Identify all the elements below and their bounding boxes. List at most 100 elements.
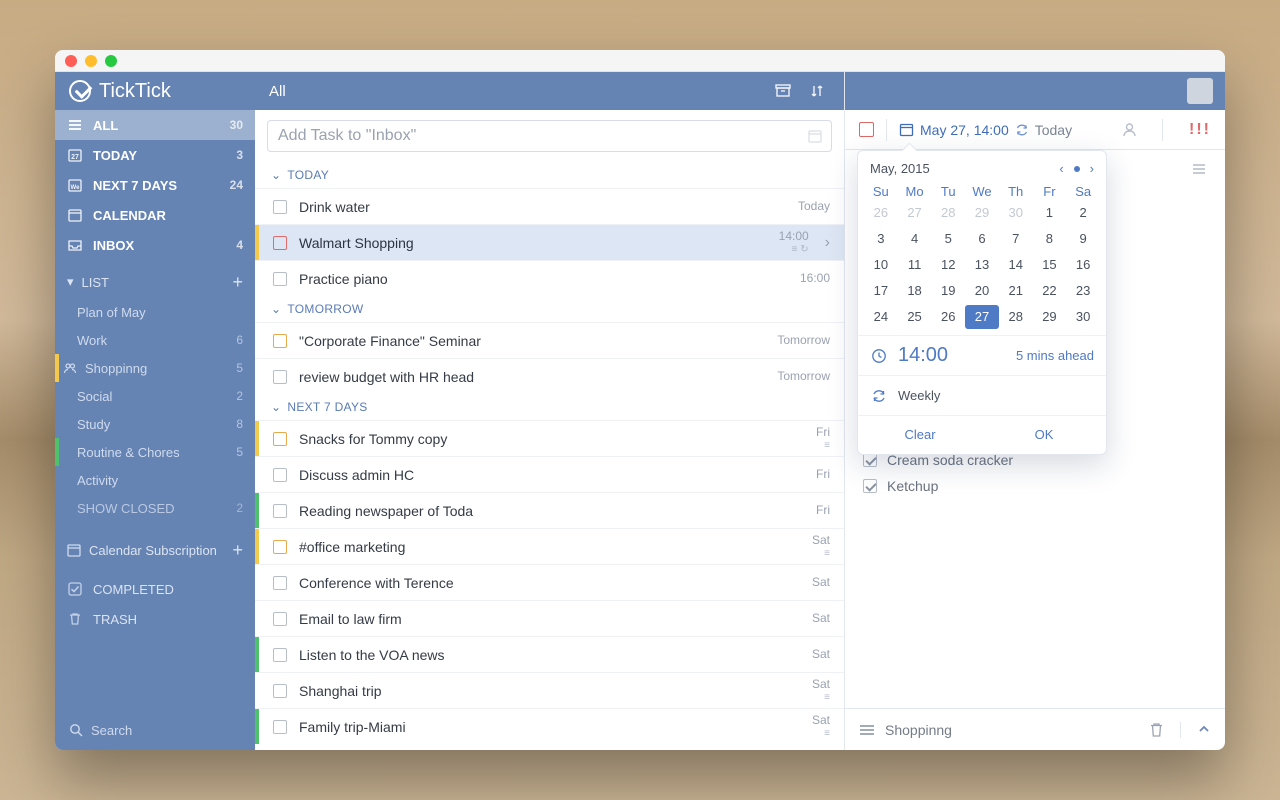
calendar-subscription[interactable]: Calendar Subscription + bbox=[55, 534, 255, 566]
collapse-detail-button[interactable] bbox=[1197, 722, 1211, 738]
task-group-header[interactable]: ⌄TODAY bbox=[255, 162, 844, 188]
search-field[interactable]: Search bbox=[55, 710, 255, 750]
day-cell[interactable]: 9 bbox=[1066, 227, 1100, 251]
task-checkbox[interactable] bbox=[273, 504, 287, 518]
task-row[interactable]: #office marketingSat≡ bbox=[255, 528, 844, 564]
day-cell[interactable]: 18 bbox=[898, 279, 932, 303]
task-checkbox[interactable] bbox=[273, 272, 287, 286]
day-cell[interactable]: 25 bbox=[898, 305, 932, 329]
day-cell[interactable]: 24 bbox=[864, 305, 898, 329]
day-cell[interactable]: 17 bbox=[864, 279, 898, 303]
reminder-value[interactable]: 5 mins ahead bbox=[1016, 348, 1094, 363]
subtask-row[interactable]: Ketchup bbox=[863, 478, 1207, 494]
day-cell[interactable]: 22 bbox=[1033, 279, 1067, 303]
task-row[interactable]: Conference with TerenceSat bbox=[255, 564, 844, 600]
day-cell[interactable]: 28 bbox=[999, 305, 1033, 329]
task-group-header[interactable]: ⌄NEXT 7 DAYS bbox=[255, 394, 844, 420]
task-checkbox[interactable] bbox=[273, 540, 287, 554]
next-month-button[interactable]: › bbox=[1090, 161, 1094, 176]
day-cell[interactable]: 4 bbox=[898, 227, 932, 251]
day-cell[interactable]: 12 bbox=[931, 253, 965, 277]
day-cell[interactable]: 14 bbox=[999, 253, 1033, 277]
day-cell[interactable]: 5 bbox=[931, 227, 965, 251]
minimize-dot[interactable] bbox=[85, 55, 97, 67]
subtask-checkbox[interactable] bbox=[863, 453, 877, 467]
nav-next7[interactable]: WeNEXT 7 DAYS24 bbox=[55, 170, 255, 200]
day-cell[interactable]: 16 bbox=[1066, 253, 1100, 277]
archive-icon[interactable] bbox=[770, 78, 796, 104]
today-dot-button[interactable] bbox=[1074, 166, 1080, 172]
task-checkbox[interactable] bbox=[273, 720, 287, 734]
add-list-button[interactable]: + bbox=[232, 273, 243, 291]
task-checkbox[interactable] bbox=[273, 612, 287, 626]
sidebar-list-item[interactable]: Activity bbox=[55, 466, 255, 494]
nav-completed[interactable]: COMPLETED bbox=[55, 574, 255, 604]
nav-calendar[interactable]: CALENDAR bbox=[55, 200, 255, 230]
task-row[interactable]: "Corporate Finance" SeminarTomorrow bbox=[255, 322, 844, 358]
prev-month-button[interactable]: ‹ bbox=[1059, 161, 1063, 176]
day-cell[interactable]: 27 bbox=[965, 305, 999, 329]
day-cell[interactable]: 26 bbox=[931, 305, 965, 329]
assign-icon[interactable] bbox=[1121, 121, 1138, 138]
day-cell[interactable]: 30 bbox=[1066, 305, 1100, 329]
detail-list-name[interactable]: Shoppinng bbox=[885, 722, 952, 738]
sidebar-list-item[interactable]: Work6 bbox=[55, 326, 255, 354]
task-checkbox[interactable] bbox=[273, 200, 287, 214]
day-cell[interactable]: 23 bbox=[1066, 279, 1100, 303]
time-row[interactable]: 14:00 5 mins ahead bbox=[858, 335, 1106, 375]
due-date-button[interactable]: May 27, 14:00 Today bbox=[899, 122, 1072, 138]
task-row[interactable]: Drink waterToday bbox=[255, 188, 844, 224]
day-cell[interactable]: 8 bbox=[1033, 227, 1067, 251]
day-cell[interactable]: 10 bbox=[864, 253, 898, 277]
task-row[interactable]: Reading newspaper of TodaFri bbox=[255, 492, 844, 528]
day-cell[interactable]: 1 bbox=[1033, 201, 1067, 225]
task-row[interactable]: Walmart Shopping14:00≡ ↻› bbox=[255, 224, 844, 260]
task-checkbox[interactable] bbox=[273, 432, 287, 446]
day-cell[interactable]: 30 bbox=[999, 201, 1033, 225]
nav-inbox[interactable]: INBOX4 bbox=[55, 230, 255, 260]
day-cell[interactable]: 7 bbox=[999, 227, 1033, 251]
task-row[interactable]: review budget with HR headTomorrow bbox=[255, 358, 844, 394]
day-cell[interactable]: 15 bbox=[1033, 253, 1067, 277]
day-cell[interactable]: 29 bbox=[965, 201, 999, 225]
sidebar-list-item[interactable]: SHOW CLOSED2 bbox=[55, 494, 255, 522]
day-cell[interactable]: 20 bbox=[965, 279, 999, 303]
nav-trash[interactable]: TRASH bbox=[55, 604, 255, 634]
sidebar-list-item[interactable]: Social2 bbox=[55, 382, 255, 410]
list-section-header[interactable]: ▾ LIST + bbox=[55, 266, 255, 298]
account-avatar[interactable] bbox=[1187, 78, 1213, 104]
task-checkbox[interactable] bbox=[273, 684, 287, 698]
close-dot[interactable] bbox=[65, 55, 77, 67]
task-row[interactable]: Discuss admin HCFri bbox=[255, 456, 844, 492]
day-cell[interactable]: 26 bbox=[864, 201, 898, 225]
day-cell[interactable]: 21 bbox=[999, 279, 1033, 303]
sidebar-list-item[interactable]: Study8 bbox=[55, 410, 255, 438]
sort-icon[interactable] bbox=[804, 78, 830, 104]
day-cell[interactable]: 28 bbox=[931, 201, 965, 225]
subtasks-menu-icon[interactable] bbox=[1191, 162, 1207, 176]
day-cell[interactable]: 11 bbox=[898, 253, 932, 277]
task-checkbox[interactable] bbox=[273, 334, 287, 348]
priority-indicator[interactable]: !!! bbox=[1189, 121, 1211, 139]
task-row[interactable]: Family trip-MiamiSat≡ bbox=[255, 708, 844, 744]
sidebar-list-item[interactable]: Shoppinng5 bbox=[55, 354, 255, 382]
task-checkbox[interactable] bbox=[273, 236, 287, 250]
nav-all[interactable]: ALL30 bbox=[55, 110, 255, 140]
subtask-checkbox[interactable] bbox=[863, 479, 877, 493]
task-checkbox[interactable] bbox=[273, 576, 287, 590]
day-cell[interactable]: 19 bbox=[931, 279, 965, 303]
clear-button[interactable]: Clear bbox=[858, 416, 982, 454]
add-calendar-button[interactable]: + bbox=[232, 541, 243, 559]
zoom-dot[interactable] bbox=[105, 55, 117, 67]
task-row[interactable]: Email to law firmSat bbox=[255, 600, 844, 636]
task-checkbox[interactable] bbox=[859, 122, 874, 137]
task-row[interactable]: Shanghai tripSat≡ bbox=[255, 672, 844, 708]
task-row[interactable]: Snacks for Tommy copyFri≡ bbox=[255, 420, 844, 456]
sidebar-list-item[interactable]: Routine & Chores5 bbox=[55, 438, 255, 466]
day-cell[interactable]: 6 bbox=[965, 227, 999, 251]
task-row[interactable]: Listen to the VOA newsSat bbox=[255, 636, 844, 672]
repeat-row[interactable]: Weekly bbox=[858, 375, 1106, 415]
day-cell[interactable]: 13 bbox=[965, 253, 999, 277]
day-cell[interactable]: 27 bbox=[898, 201, 932, 225]
calendar-icon[interactable] bbox=[807, 128, 823, 144]
